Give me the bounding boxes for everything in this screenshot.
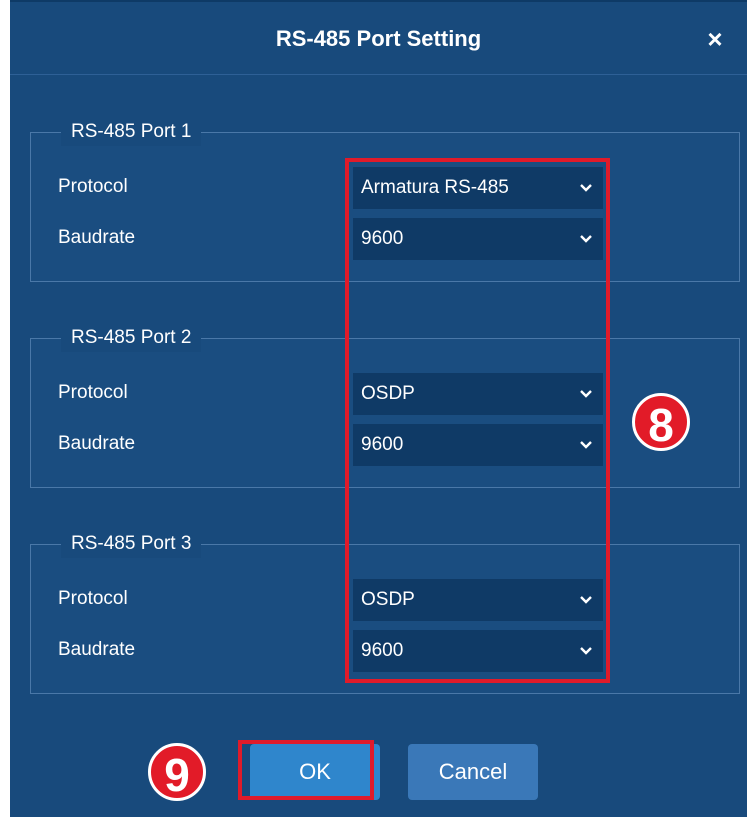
port-3-protocol-select[interactable]: OSDP bbox=[353, 579, 603, 621]
port-1-protocol-label: Protocol bbox=[58, 176, 128, 197]
chevron-down-icon bbox=[579, 579, 593, 621]
port-3-baudrate-value: 9600 bbox=[361, 640, 404, 661]
cancel-button[interactable]: Cancel bbox=[408, 744, 538, 800]
port-1-baudrate-label: Baudrate bbox=[58, 227, 136, 248]
port-2-baudrate-select[interactable]: 9600 bbox=[353, 424, 603, 466]
port-2-protocol-label: Protocol bbox=[58, 382, 128, 403]
port-1-group: RS-485 Port 1 Protocol Armatura RS-485 B… bbox=[30, 118, 740, 282]
port-3-baudrate-select[interactable]: 9600 bbox=[353, 630, 603, 672]
port-1-baudrate-select[interactable]: 9600 bbox=[353, 218, 603, 260]
port-3-baudrate-label: Baudrate bbox=[58, 639, 136, 660]
close-icon[interactable]: × bbox=[703, 26, 727, 52]
port-1-protocol-value: Armatura RS-485 bbox=[361, 177, 509, 198]
callout-9-badge: 9 bbox=[148, 743, 206, 801]
port-2-baudrate-label: Baudrate bbox=[58, 433, 136, 454]
port-2-baudrate-value: 9600 bbox=[361, 434, 404, 455]
port-3-group: RS-485 Port 3 Protocol OSDP Baudrate 960… bbox=[30, 530, 740, 694]
chevron-down-icon bbox=[579, 630, 593, 672]
callout-8-badge: 8 bbox=[632, 393, 690, 451]
port-3-legend: RS-485 Port 3 bbox=[61, 530, 202, 558]
port-2-protocol-value: OSDP bbox=[361, 383, 415, 404]
port-1-protocol-select[interactable]: Armatura RS-485 bbox=[353, 167, 603, 209]
chevron-down-icon bbox=[579, 373, 593, 415]
port-1-legend: RS-485 Port 1 bbox=[61, 118, 202, 146]
dialog-titlebar: RS-485 Port Setting × bbox=[10, 2, 747, 75]
port-2-legend: RS-485 Port 2 bbox=[61, 324, 202, 352]
port-2-protocol-select[interactable]: OSDP bbox=[353, 373, 603, 415]
port-3-protocol-label: Protocol bbox=[58, 588, 128, 609]
chevron-down-icon bbox=[579, 218, 593, 260]
ok-button[interactable]: OK bbox=[250, 744, 380, 800]
port-3-protocol-value: OSDP bbox=[361, 589, 415, 610]
dialog-title: RS-485 Port Setting bbox=[275, 26, 482, 51]
port-1-baudrate-value: 9600 bbox=[361, 228, 404, 249]
chevron-down-icon bbox=[579, 424, 593, 466]
chevron-down-icon bbox=[579, 167, 593, 209]
